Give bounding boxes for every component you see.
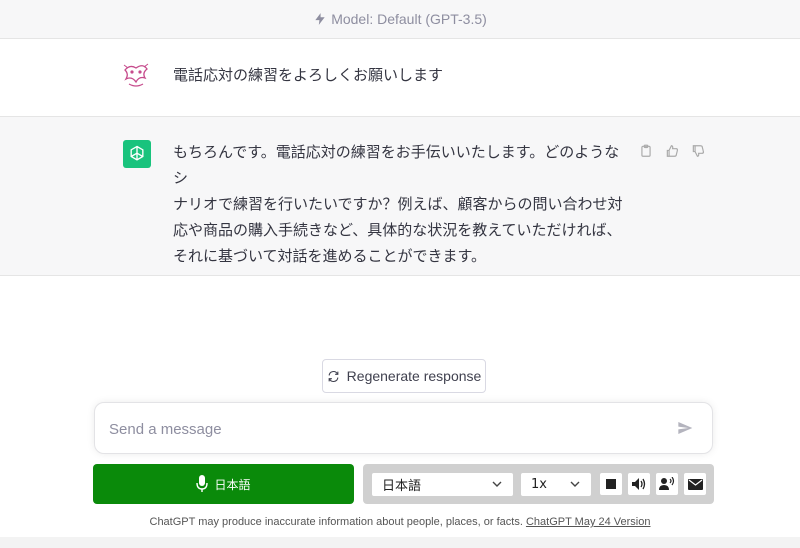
tts-speed-select[interactable]: 1x: [521, 473, 591, 496]
speaker-button[interactable]: [628, 473, 650, 495]
thumbs-up-icon[interactable]: [664, 143, 680, 159]
bottom-strip: [0, 537, 800, 548]
assistant-message-text: もちろんです。電話応対の練習をお手伝いいたします。どのようなシ ナリオで練習を行…: [173, 139, 633, 269]
assistant-message-row: もちろんです。電話応対の練習をお手伝いいたします。どのようなシ ナリオで練習を行…: [0, 117, 800, 276]
model-label: Model: Default (GPT-3.5): [331, 11, 487, 27]
model-bar: Model: Default (GPT-3.5): [0, 0, 800, 39]
tts-language-select[interactable]: 日本語: [372, 473, 513, 496]
mail-icon: [687, 478, 703, 490]
regenerate-button[interactable]: Regenerate response: [322, 359, 486, 393]
version-link[interactable]: ChatGPT May 24 Version: [526, 516, 651, 528]
assistant-line: 応や商品の購入手続きなど、具体的な状況を教えていただければ、: [173, 221, 622, 239]
tts-speed-value: 1x: [531, 477, 547, 492]
chevron-down-icon: [570, 481, 580, 487]
message-input[interactable]: [109, 417, 669, 441]
voice-input-button[interactable]: 日本語: [93, 464, 354, 504]
chatgpt-logo-icon: [123, 140, 151, 168]
voice-person-icon: [659, 477, 675, 490]
assistant-line: それに基づいて対話を進めることができます。: [173, 247, 487, 265]
assistant-line: もちろんです。電話応対の練習をお手伝いいたします。どのようなシ: [173, 143, 620, 187]
assistant-line: ナリオで練習を行いたいですか？例えば、顧客からの問い合わせ対: [173, 195, 623, 213]
voice-person-button[interactable]: [656, 473, 678, 495]
copy-icon[interactable]: [638, 143, 654, 159]
lightning-icon: [315, 13, 325, 25]
regenerate-label: Regenerate response: [346, 368, 482, 384]
refresh-icon: [328, 370, 339, 382]
stop-button[interactable]: [600, 473, 622, 495]
message-actions: [638, 143, 706, 159]
user-avatar: [121, 60, 151, 90]
stop-icon: [606, 479, 616, 489]
chevron-down-icon: [492, 481, 502, 487]
disclaimer-text: ChatGPT may produce inaccurate informati…: [149, 516, 523, 528]
footer: ChatGPT may produce inaccurate informati…: [0, 516, 800, 528]
mail-button[interactable]: [684, 473, 706, 495]
thumbs-down-icon[interactable]: [690, 143, 706, 159]
user-message-row: 電話応対の練習をよろしくお願いします: [0, 39, 800, 117]
speaker-icon: [632, 478, 646, 490]
send-icon[interactable]: [677, 420, 695, 438]
tts-language-value: 日本語: [382, 479, 422, 494]
user-message-text: 電話応対の練習をよろしくお願いします: [173, 66, 444, 84]
tts-controls: 日本語 1x: [363, 464, 714, 504]
message-composer: [94, 402, 713, 454]
microphone-icon: [196, 475, 209, 492]
voice-language-label: 日本語: [214, 477, 251, 492]
